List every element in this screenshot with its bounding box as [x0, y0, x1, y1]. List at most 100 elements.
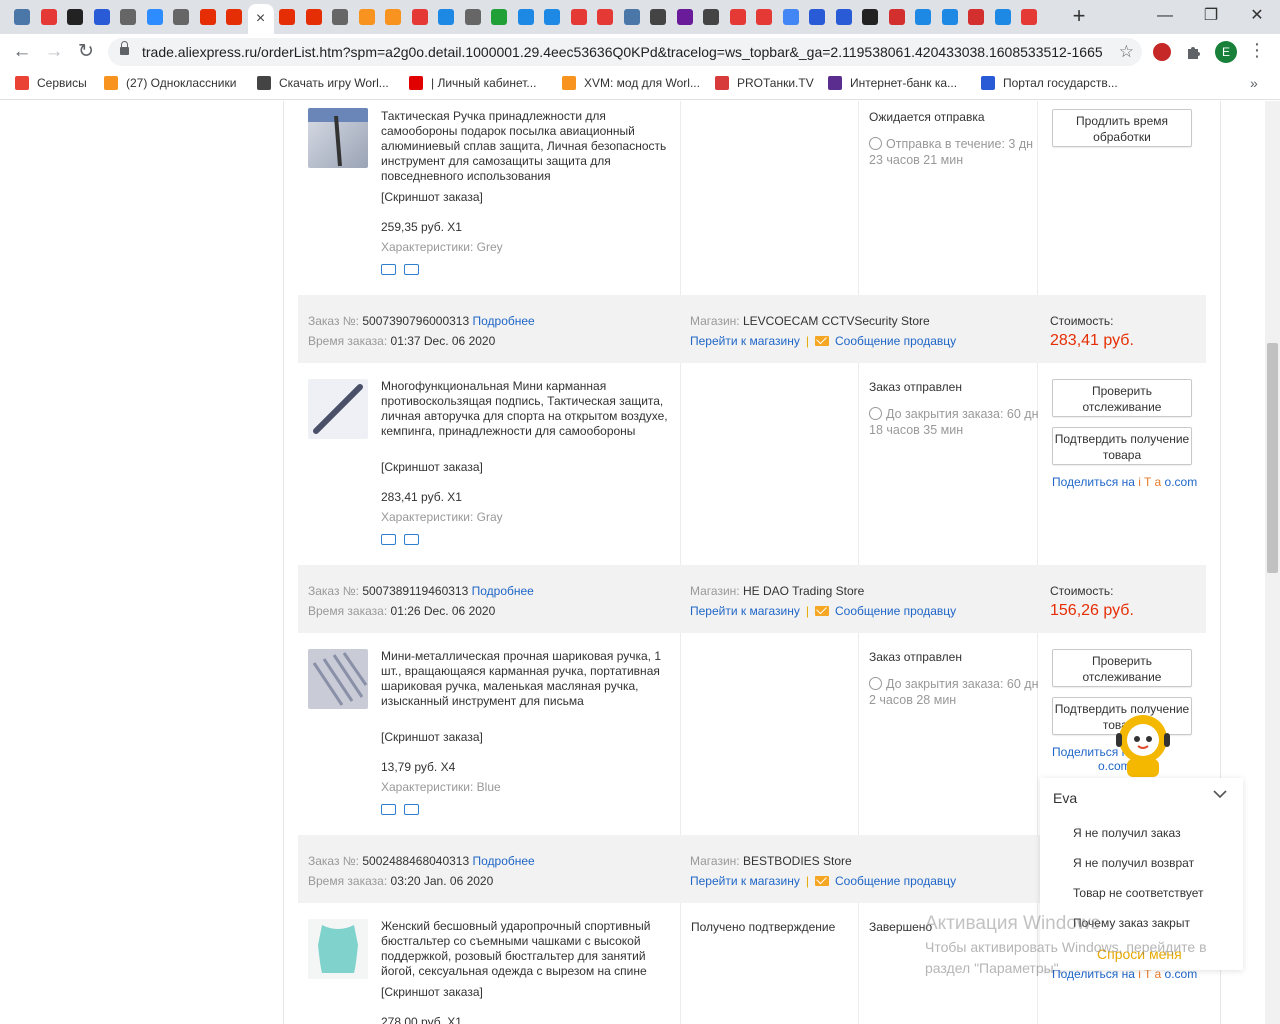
active-tab[interactable]: ×	[247, 4, 274, 34]
order-snapshot-link[interactable]: [Скриншот заказа]	[381, 190, 483, 204]
product-title-link[interactable]: Тактическая Ручка принадлежности для сам…	[381, 109, 671, 184]
browser-tab[interactable]	[63, 6, 87, 28]
browser-tab[interactable]	[355, 6, 379, 28]
bookmark-item[interactable]: Сервисы	[15, 76, 87, 90]
message-seller-link[interactable]: Сообщение продавцу	[835, 334, 956, 348]
browser-tab[interactable]	[381, 6, 405, 28]
product-image[interactable]	[308, 379, 368, 439]
message-seller-link[interactable]: Сообщение продавцу	[835, 604, 956, 618]
tab-close-icon[interactable]: ×	[256, 10, 265, 28]
chevron-down-icon[interactable]	[1212, 786, 1228, 807]
browser-tab[interactable]	[646, 6, 670, 28]
browser-tab[interactable]	[1017, 6, 1041, 28]
order-snapshot-link[interactable]: [Скриншот заказа]	[381, 730, 483, 744]
reload-button[interactable]: ↻	[74, 40, 98, 64]
browser-tab[interactable]	[938, 6, 962, 28]
product-image[interactable]	[308, 919, 368, 979]
browser-tab[interactable]	[779, 6, 803, 28]
browser-tab[interactable]	[116, 6, 140, 28]
browser-tab[interactable]	[408, 6, 432, 28]
scrollbar-thumb[interactable]	[1267, 343, 1278, 573]
browser-tab[interactable]	[37, 6, 61, 28]
back-button[interactable]: ←	[10, 40, 34, 64]
browser-tab[interactable]	[487, 6, 511, 28]
browser-tab[interactable]	[196, 6, 220, 28]
browser-menu-icon[interactable]: ⋮	[1248, 40, 1266, 61]
bookmark-item[interactable]: XVM: мод для Worl...	[562, 76, 700, 90]
browser-tab[interactable]	[726, 6, 750, 28]
profile-avatar[interactable]: E	[1215, 41, 1237, 63]
browser-tab[interactable]	[302, 6, 326, 28]
product-title-link[interactable]: Многофункциональная Мини карманная проти…	[381, 379, 671, 439]
go-to-store-link[interactable]: Перейти к магазину	[690, 334, 800, 348]
bookmarks-more-icon[interactable]: »	[1250, 75, 1258, 91]
browser-tab[interactable]	[832, 6, 856, 28]
browser-tab[interactable]	[699, 6, 723, 28]
track-order-button[interactable]: Проверить отслеживание	[1052, 649, 1192, 687]
eva-option[interactable]: Товар не соответствует	[1073, 886, 1203, 900]
eva-assistant-icon[interactable]	[1113, 709, 1173, 779]
order-details-link[interactable]: Подробнее	[473, 854, 535, 868]
browser-tab[interactable]	[885, 6, 909, 28]
order-details-link[interactable]: Подробнее	[473, 314, 535, 328]
bookmark-item[interactable]: Портал государств...	[981, 76, 1118, 90]
page-scrollbar[interactable]	[1265, 101, 1280, 1024]
browser-tab[interactable]	[169, 6, 193, 28]
track-order-button[interactable]: Проверить отслеживание	[1052, 379, 1192, 417]
close-window-button[interactable]: ✕	[1242, 5, 1272, 27]
minimize-button[interactable]: —	[1150, 5, 1180, 27]
bookmark-item[interactable]: PROТанки.TV	[715, 76, 814, 90]
forward-button[interactable]: →	[42, 40, 66, 64]
order-snapshot-link[interactable]: [Скриншот заказа]	[381, 460, 483, 474]
browser-tab[interactable]	[328, 6, 352, 28]
extend-processing-button[interactable]: Продлить время обработки	[1052, 109, 1192, 147]
browser-tab[interactable]	[514, 6, 538, 28]
bookmark-item[interactable]: (27) Одноклассники	[104, 76, 236, 90]
delivery-icon[interactable]	[381, 804, 396, 815]
bookmark-item[interactable]: Интернет-банк ка...	[828, 76, 957, 90]
eva-option[interactable]: Я не получил возврат	[1073, 856, 1194, 870]
bookmark-item[interactable]: Скачать игру Worl...	[257, 76, 389, 90]
go-to-store-link[interactable]: Перейти к магазину	[690, 604, 800, 618]
product-image[interactable]	[308, 649, 368, 709]
browser-tab[interactable]	[752, 6, 776, 28]
browser-tab[interactable]	[90, 6, 114, 28]
maximize-button[interactable]: ❐	[1196, 5, 1226, 27]
browser-tab[interactable]	[567, 6, 591, 28]
dispute-icon[interactable]	[404, 804, 419, 815]
product-title-link[interactable]: Мини-металлическая прочная шариковая руч…	[381, 649, 671, 709]
browser-tab[interactable]	[620, 6, 644, 28]
browser-tab[interactable]	[858, 6, 882, 28]
browser-tab[interactable]	[434, 6, 458, 28]
browser-tab[interactable]	[911, 6, 935, 28]
dispute-icon[interactable]	[404, 264, 419, 275]
browser-tab[interactable]	[461, 6, 485, 28]
product-image[interactable]	[308, 108, 368, 168]
confirm-receipt-button[interactable]: Подтвердить получение товара	[1052, 427, 1192, 465]
share-link[interactable]: Поделиться на i T a o.com	[1052, 475, 1197, 489]
adblock-extension-icon[interactable]	[1153, 43, 1171, 61]
browser-tab[interactable]	[593, 6, 617, 28]
message-seller-link[interactable]: Сообщение продавцу	[835, 874, 956, 888]
browser-tab[interactable]	[143, 6, 167, 28]
browser-tab[interactable]	[964, 6, 988, 28]
product-title-link[interactable]: Женский бесшовный ударопрочный спортивны…	[381, 919, 671, 979]
bookmark-item[interactable]: | Личный кабинет...	[409, 76, 536, 90]
extensions-puzzle-icon[interactable]	[1185, 43, 1203, 61]
browser-tab[interactable]	[991, 6, 1015, 28]
new-tab-button[interactable]: +	[1068, 5, 1090, 28]
delivery-icon[interactable]	[381, 534, 396, 545]
browser-tab[interactable]	[222, 6, 246, 28]
browser-tab[interactable]	[540, 6, 564, 28]
go-to-store-link[interactable]: Перейти к магазину	[690, 874, 800, 888]
eva-option[interactable]: Я не получил заказ	[1073, 826, 1181, 840]
browser-tab[interactable]	[805, 6, 829, 28]
browser-tab[interactable]	[10, 6, 34, 28]
browser-tab[interactable]	[275, 6, 299, 28]
order-details-link[interactable]: Подробнее	[472, 584, 534, 598]
delivery-icon[interactable]	[381, 264, 396, 275]
url-text[interactable]: trade.aliexpress.ru/orderList.htm?spm=a2…	[142, 44, 1102, 60]
address-bar[interactable]: trade.aliexpress.ru/orderList.htm?spm=a2…	[108, 38, 1142, 66]
order-snapshot-link[interactable]: [Скриншот заказа]	[381, 985, 483, 999]
browser-tab[interactable]	[673, 6, 697, 28]
